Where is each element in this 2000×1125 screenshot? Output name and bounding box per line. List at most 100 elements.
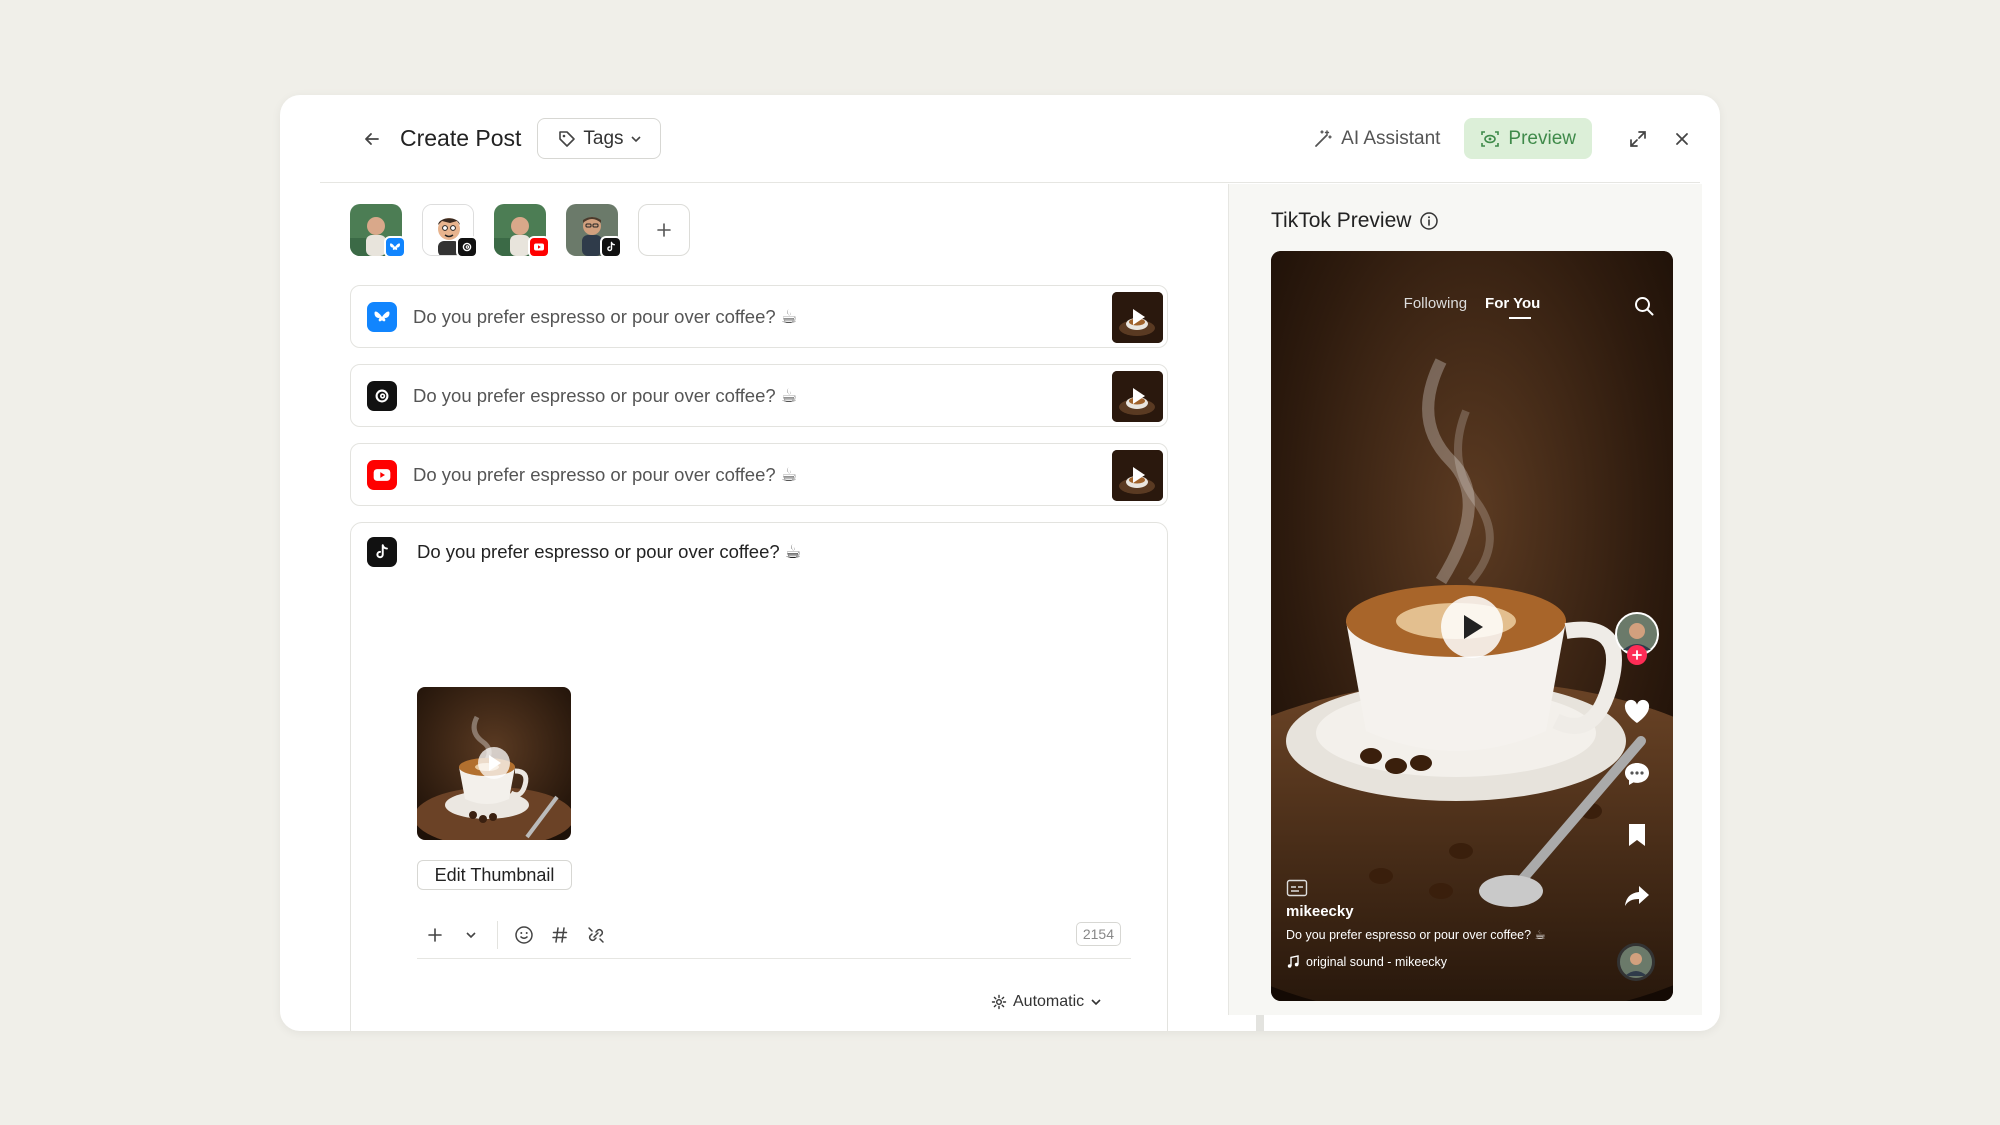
sound-label: original sound - mikeecky: [1306, 955, 1448, 969]
account-tiktok[interactable]: [566, 204, 622, 258]
preview-panel: TikTok Preview Following For You mikeeck…: [1228, 184, 1702, 1015]
expand-button[interactable]: [1620, 121, 1656, 157]
tags-label: Tags: [583, 127, 624, 149]
tab-for-you[interactable]: For You: [1485, 295, 1540, 319]
preview-title-text: TikTok Preview: [1271, 209, 1412, 232]
editor-toolbar: 2154: [417, 911, 1131, 959]
ai-assistant-button[interactable]: AI Assistant: [1313, 128, 1440, 150]
magic-wand-icon: [1315, 129, 1332, 147]
post-row-threads[interactable]: Do you prefer espresso or pour over coff…: [350, 364, 1168, 427]
expand-icon: [1630, 130, 1646, 147]
threads-icon: [462, 242, 472, 252]
account-threads[interactable]: [422, 204, 478, 258]
video-caption: Do you prefer espresso or pour over coff…: [1286, 928, 1546, 942]
tiktok-icon: [607, 241, 615, 252]
modal-header: Create Post Tags AI Assistant Preview: [320, 95, 1700, 183]
link-button[interactable]: [578, 917, 614, 953]
like-button[interactable]: [1615, 696, 1659, 728]
plus-icon: [657, 223, 671, 237]
chevron-down-icon: [466, 931, 476, 938]
account-selector: [350, 204, 690, 258]
edit-thumbnail-button[interactable]: Edit Thumbnail: [417, 860, 572, 890]
feed-tabs: Following For You: [1271, 295, 1673, 319]
create-post-modal: Create Post Tags AI Assistant Preview Do…: [280, 95, 1720, 1031]
music-note-icon: [1287, 955, 1299, 968]
hashtag-button[interactable]: [542, 917, 578, 953]
butterfly-icon: [374, 311, 390, 321]
share-button[interactable]: [1615, 880, 1659, 912]
heart-icon: [1624, 699, 1650, 723]
video-attachment[interactable]: [417, 687, 571, 840]
post-row-youtube[interactable]: Do you prefer espresso or pour over coff…: [350, 443, 1168, 506]
arrow-left-icon: [365, 132, 379, 145]
captions-icon: [1286, 879, 1308, 897]
tiktok-icon: [367, 537, 397, 567]
preview-button[interactable]: Preview: [1464, 118, 1592, 159]
character-count: 2154: [1075, 922, 1121, 946]
threads-icon: [367, 380, 397, 411]
ai-assistant-label: AI Assistant: [1341, 127, 1441, 149]
play-icon: [1464, 615, 1483, 639]
video-thumbnail[interactable]: [1112, 450, 1163, 501]
link-off-icon: [588, 926, 604, 943]
post-row-bluesky[interactable]: Do you prefer espresso or pour over coff…: [350, 285, 1168, 348]
butterfly-icon: [390, 243, 400, 250]
emoji-button[interactable]: [506, 917, 542, 953]
tag-icon: [559, 130, 576, 147]
chevron-down-icon: [630, 135, 641, 142]
smiley-icon: [515, 925, 533, 944]
account-bluesky[interactable]: [350, 204, 406, 258]
play-button[interactable]: [1441, 596, 1503, 658]
bookmark-button[interactable]: [1615, 819, 1659, 851]
tags-dropdown[interactable]: Tags: [537, 118, 662, 159]
comment-button[interactable]: [1615, 758, 1659, 790]
post-text-input[interactable]: Do you prefer espresso or pour over coff…: [417, 541, 801, 563]
plus-icon: [1632, 650, 1642, 660]
search-icon: [1635, 297, 1654, 316]
sound-info[interactable]: original sound - mikeecky: [1286, 955, 1447, 969]
youtube-icon: [367, 459, 397, 490]
preview-label: Preview: [1508, 127, 1576, 149]
schedule-mode-dropdown[interactable]: Automatic: [991, 993, 1102, 1011]
tiktok-badge: [600, 236, 622, 258]
sound-disc[interactable]: [1617, 943, 1655, 981]
page-title: Create Post: [400, 125, 522, 151]
hashtag-icon: [552, 926, 568, 943]
plus-icon: [428, 927, 442, 942]
captions-button[interactable]: [1286, 879, 1308, 902]
bluesky-badge: [384, 236, 406, 258]
chevron-down-icon: [1091, 999, 1101, 1006]
tiktok-phone-preview: Following For You mikeecky Do you prefer…: [1271, 251, 1673, 1001]
username[interactable]: mikeecky: [1286, 903, 1354, 920]
youtube-badge: [528, 236, 550, 258]
post-text: Do you prefer espresso or pour over coff…: [413, 463, 798, 485]
share-arrow-icon: [1625, 886, 1649, 906]
video-thumbnail[interactable]: [1112, 371, 1163, 422]
bluesky-icon: [367, 301, 397, 332]
youtube-icon: [534, 243, 544, 251]
tiktok-editor[interactable]: Do you prefer espresso or pour over coff…: [350, 522, 1168, 1031]
preview-eye-icon: [1481, 130, 1500, 147]
add-media-button[interactable]: [417, 917, 453, 953]
toolbar-divider: [497, 920, 498, 949]
bookmark-icon: [1629, 824, 1645, 846]
schedule-mode-label: Automatic: [1013, 993, 1085, 1010]
gear-icon: [991, 994, 1007, 1010]
tab-following[interactable]: Following: [1404, 295, 1467, 312]
preview-title: TikTok Preview: [1271, 209, 1439, 233]
account-youtube[interactable]: [494, 204, 550, 258]
close-button[interactable]: [1664, 121, 1700, 157]
add-media-dropdown[interactable]: [453, 917, 489, 953]
comment-icon: [1625, 763, 1649, 785]
composer-panel: Do you prefer espresso or pour over coff…: [320, 184, 1264, 1031]
add-account-button[interactable]: [638, 204, 690, 256]
post-text: Do you prefer espresso or pour over coff…: [413, 305, 798, 327]
avatar: [1620, 946, 1652, 978]
threads-badge: [456, 236, 478, 258]
video-thumbnail[interactable]: [1112, 292, 1163, 343]
back-button[interactable]: [358, 125, 386, 153]
info-icon[interactable]: [1419, 211, 1439, 231]
close-icon: [1676, 132, 1688, 145]
follow-button[interactable]: [1627, 645, 1647, 665]
search-button[interactable]: [1633, 295, 1655, 322]
